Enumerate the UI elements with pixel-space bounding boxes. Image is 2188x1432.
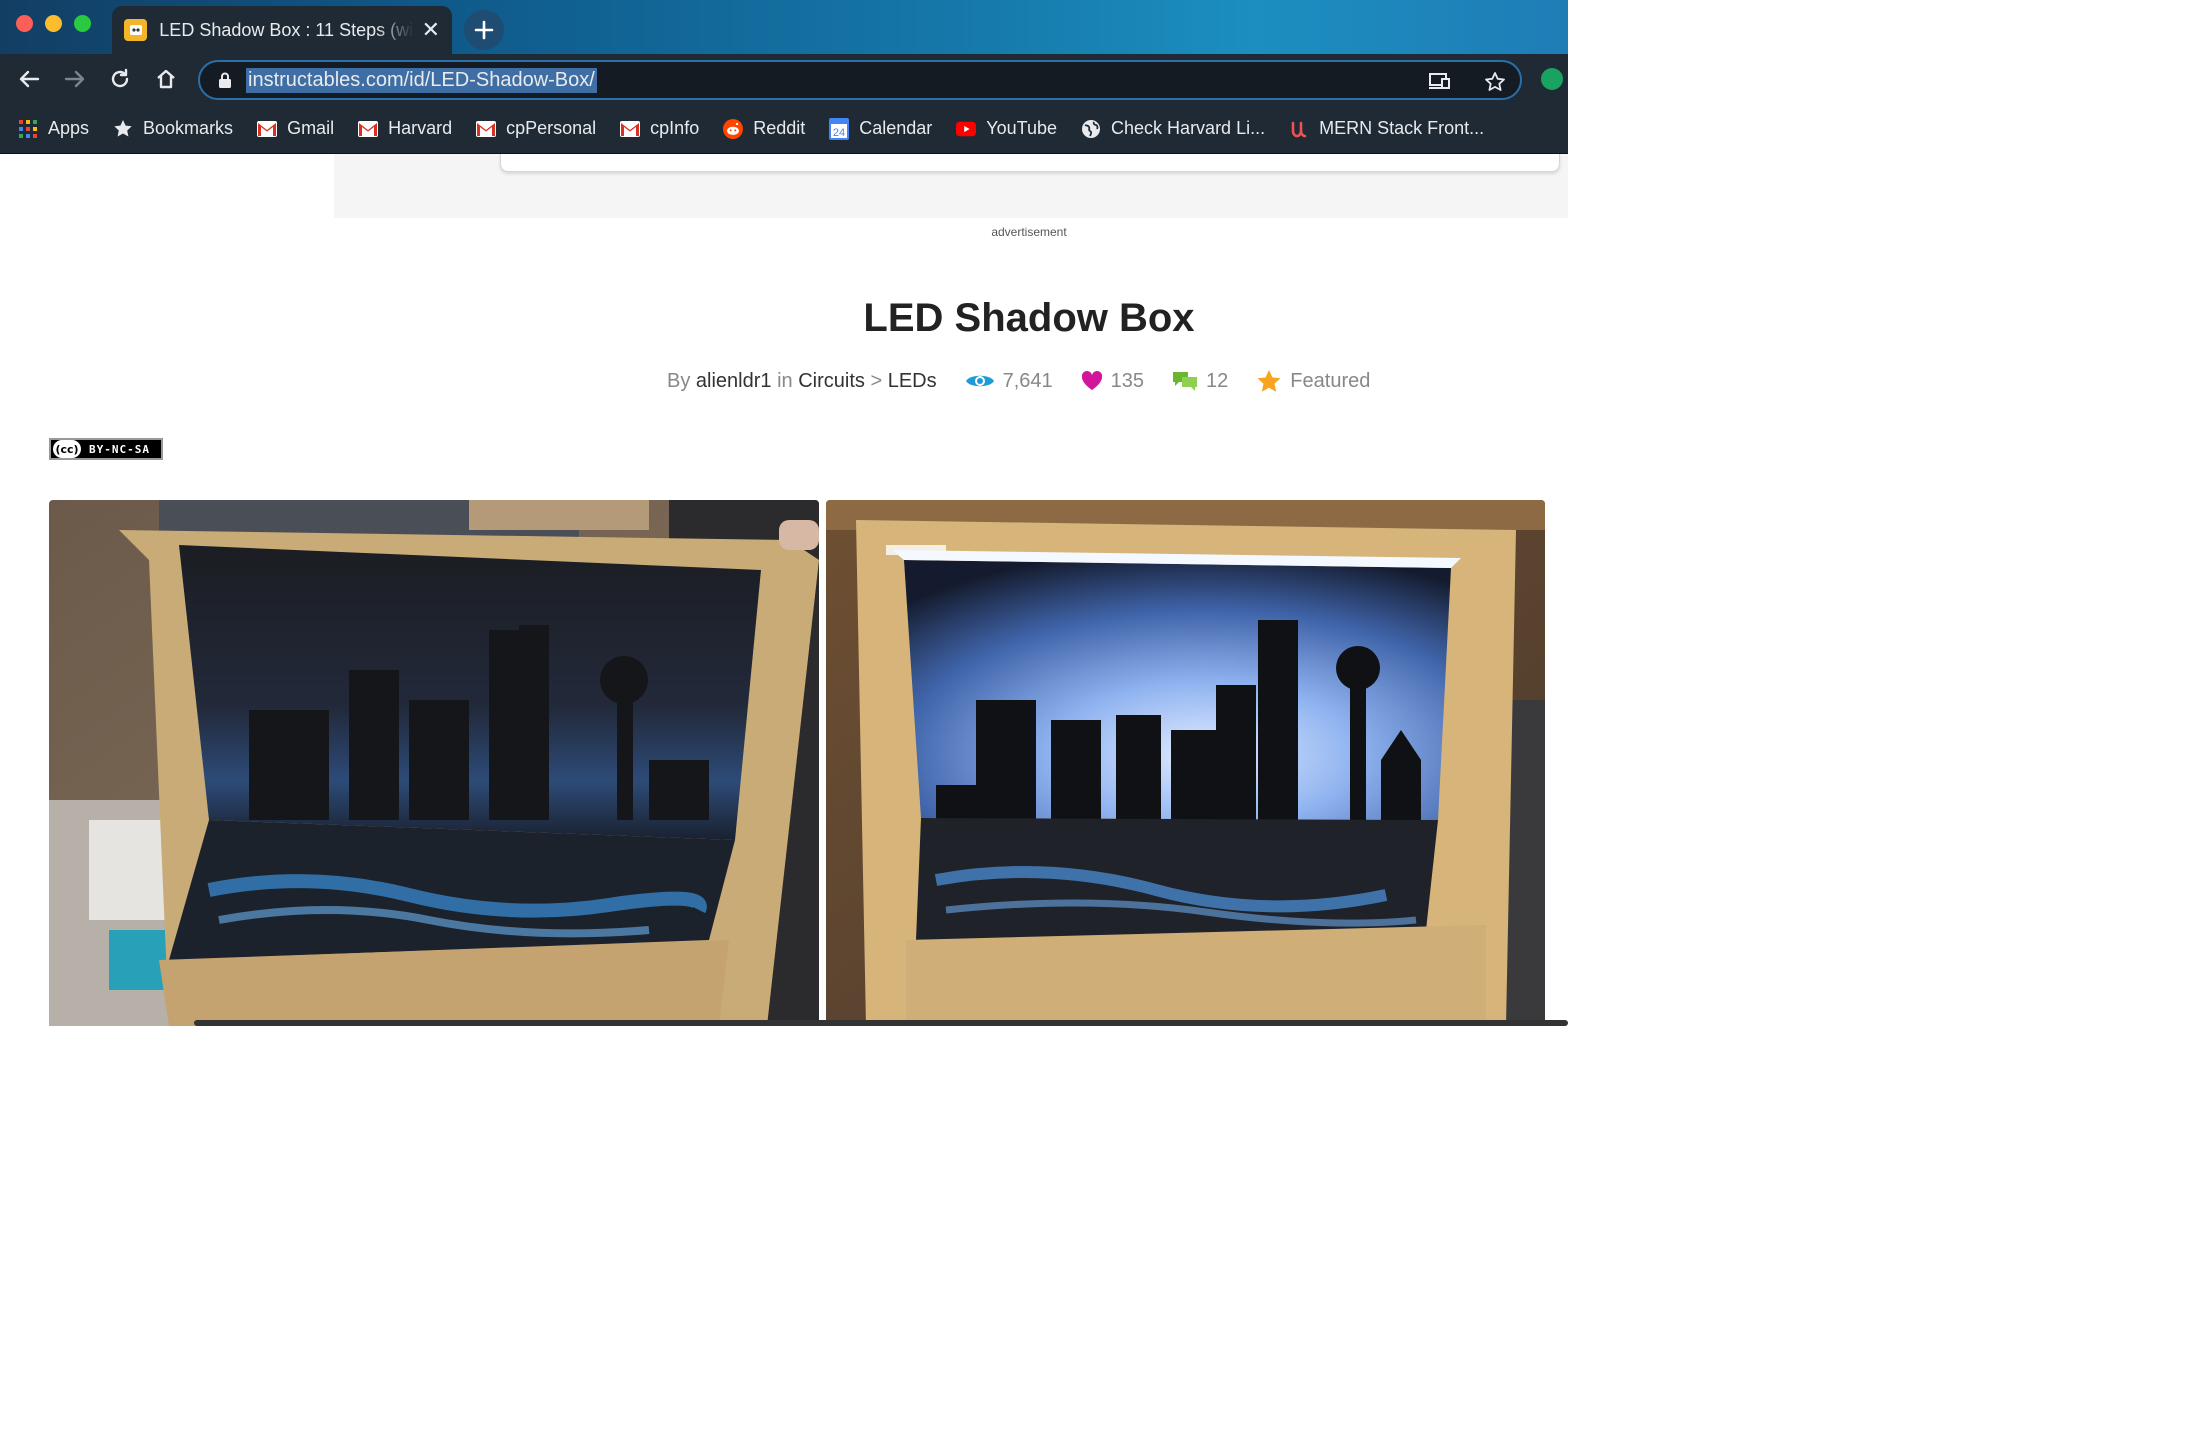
plus-icon <box>474 20 494 40</box>
reload-icon <box>111 68 129 88</box>
author-link[interactable]: alienldr1 <box>696 370 772 393</box>
tab-title: LED Shadow Box : 11 Steps (with Pictures… <box>159 19 414 40</box>
byline: By alienldr1 in Circuits > LEDs 7,641 13… <box>667 369 1370 393</box>
tab-close-icon[interactable]: ✕ <box>422 19 440 41</box>
back-arrow-icon <box>19 70 40 88</box>
views-count: 7,641 <box>1002 369 1053 392</box>
photo-unlit-shadow-box[interactable] <box>49 500 819 1026</box>
bookmark-label: Harvard <box>388 118 453 138</box>
comments-count: 12 <box>1206 369 1229 392</box>
page-viewport: advertisement LED Shadow Box By alienldr… <box>0 154 1568 1026</box>
bookmark-cpinfo[interactable]: cpInfo <box>620 118 699 139</box>
new-tab-button[interactable] <box>464 10 504 50</box>
bookmark-youtube[interactable]: YouTube <box>956 118 1057 139</box>
views-stat: 7,641 <box>965 370 1053 393</box>
gmail-icon <box>358 119 379 139</box>
url-text[interactable]: instructables.com/id/LED-Shadow-Box/ <box>246 68 597 93</box>
youtube-icon <box>956 119 977 139</box>
comments-icon <box>1173 372 1198 391</box>
bookmark-calendar[interactable]: 24 Calendar <box>829 117 933 140</box>
favorites-count: 135 <box>1110 369 1145 392</box>
advertisement-label: advertisement <box>991 225 1067 239</box>
featured-star-icon <box>1257 370 1281 392</box>
header-card-edge <box>500 154 1560 172</box>
bookmark-check-harvard[interactable]: Check Harvard Li... <box>1081 118 1265 139</box>
lock-icon <box>219 72 231 88</box>
gmail-icon <box>620 119 641 139</box>
maximize-window-button[interactable] <box>74 15 91 32</box>
cast-device-icon[interactable] <box>1428 71 1452 91</box>
close-window-button[interactable] <box>16 15 33 32</box>
back-button[interactable] <box>16 66 42 92</box>
bookmark-label: cpInfo <box>650 118 700 138</box>
bookmark-apps[interactable]: Apps <box>18 118 89 139</box>
profile-avatar[interactable] <box>1541 68 1563 90</box>
apps-grid-icon <box>18 119 38 139</box>
comments-stat: 12 <box>1172 370 1228 393</box>
bookmark-label: cpPersonal <box>506 118 597 138</box>
page-title: LED Shadow Box <box>863 296 1195 340</box>
eye-icon <box>965 375 994 387</box>
bookmark-label: Calendar <box>859 118 933 138</box>
reddit-icon <box>723 118 744 139</box>
bookmark-bookmarks[interactable]: Bookmarks <box>113 118 233 139</box>
svg-text:24: 24 <box>833 127 845 139</box>
bookmark-star-icon[interactable] <box>1484 71 1506 93</box>
byline-by: By <box>667 369 691 392</box>
forward-arrow-icon <box>64 70 85 88</box>
calendar-icon: 24 <box>829 117 850 140</box>
horizontal-scrollbar[interactable] <box>194 1020 1568 1026</box>
subcategory-link[interactable]: LEDs <box>888 370 937 393</box>
bookmark-label: Bookmarks <box>143 118 234 138</box>
photo-lit-shadow-box[interactable] <box>826 500 1545 1026</box>
star-icon <box>113 119 133 139</box>
bookmark-reddit[interactable]: Reddit <box>723 118 805 139</box>
reload-button[interactable] <box>107 66 133 92</box>
byline-in: in <box>777 369 793 392</box>
forward-button[interactable] <box>62 66 88 92</box>
bookmark-label: Gmail <box>287 118 335 138</box>
bookmarks-bar: Apps Bookmarks Gmail Harvard cpPersonal … <box>0 104 1568 154</box>
minimize-window-button[interactable] <box>45 15 62 32</box>
active-tab[interactable]: LED Shadow Box : 11 Steps (with Pictures… <box>112 6 452 54</box>
favorites-stat: 135 <box>1081 370 1144 393</box>
cc-logo-icon: (cc) <box>53 440 81 458</box>
home-icon <box>157 69 175 89</box>
bookmark-cppersonal[interactable]: cpPersonal <box>476 118 596 139</box>
udemy-icon <box>1289 119 1309 139</box>
gmail-icon <box>257 119 278 139</box>
tab-strip: LED Shadow Box : 11 Steps (with Pictures… <box>0 0 1568 56</box>
creative-commons-license-badge[interactable]: (cc) BY-NC-SA <box>49 438 163 460</box>
browser-toolbar: instructables.com/id/LED-Shadow-Box/ <box>0 54 1568 104</box>
address-bar[interactable]: instructables.com/id/LED-Shadow-Box/ <box>198 60 1522 100</box>
home-button[interactable] <box>153 66 179 92</box>
bookmark-label: Check Harvard Li... <box>1111 118 1266 138</box>
bookmark-harvard[interactable]: Harvard <box>358 118 452 139</box>
featured-label: Featured <box>1290 369 1371 392</box>
heart-icon <box>1081 371 1102 390</box>
bookmark-gmail[interactable]: Gmail <box>257 118 334 139</box>
bookmark-label: MERN Stack Front... <box>1319 118 1485 138</box>
bookmark-mern[interactable]: MERN Stack Front... <box>1289 118 1484 139</box>
category-link[interactable]: Circuits <box>798 370 865 393</box>
bookmark-label: Reddit <box>753 118 806 138</box>
instructables-favicon-icon <box>124 19 148 41</box>
globe-icon <box>1081 119 1101 139</box>
license-label: BY-NC-SA <box>89 442 150 456</box>
bookmark-label: YouTube <box>986 118 1058 138</box>
bookmark-label: Apps <box>48 118 90 138</box>
gmail-icon <box>476 119 497 139</box>
featured-stat: Featured <box>1256 369 1370 393</box>
breadcrumb-separator: > <box>870 369 883 392</box>
